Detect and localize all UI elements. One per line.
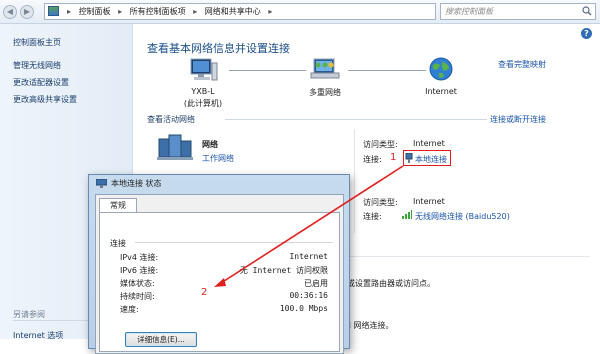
globe-icon: [429, 57, 453, 81]
divider: [354, 129, 355, 233]
dialog-body: 常规 连接 IPv4 连接: Internet IPv6 连接: 无 Inter…: [95, 194, 344, 354]
ipv6-label: IPv6 连接:: [120, 266, 159, 275]
annotation-marker-1: 1: [390, 152, 397, 163]
chevron-right-icon: ▸: [268, 7, 273, 16]
ethernet-icon: [405, 153, 413, 163]
ipv4-value: Internet: [289, 252, 328, 261]
middle-name: 多重网络: [309, 88, 341, 97]
group-title: 连接: [110, 239, 126, 248]
work-network-icon: [157, 134, 193, 160]
speed-value: 100.0 Mbps: [279, 304, 328, 313]
help-icon[interactable]: ?: [581, 28, 592, 39]
chevron-right-icon: ▸: [118, 7, 123, 16]
map-link-line: [229, 70, 306, 71]
tab-panel: 连接 IPv4 连接: Internet IPv6 连接: 无 Internet…: [99, 212, 340, 352]
access-type-label: 访问类型:: [363, 198, 398, 207]
network-category-link[interactable]: 工作网络: [202, 153, 234, 164]
control-panel-icon: [48, 6, 59, 16]
sidebar-item-internet-options[interactable]: Internet 选项: [13, 330, 63, 341]
dialog-title: 本地连接 状态: [111, 179, 162, 188]
access-type-label: 访问类型:: [363, 140, 398, 149]
duration-value: 00:36:16: [289, 291, 328, 300]
sidebar-item-sharing[interactable]: 更改高级共享设置: [13, 94, 77, 105]
full-map-link[interactable]: 查看完整映射: [498, 59, 546, 70]
connection-label: 连接:: [363, 212, 382, 221]
search-icon[interactable]: [582, 6, 592, 16]
back-arrow-icon[interactable]: ◀: [3, 5, 17, 19]
partial-text: N 网络连接。: [345, 321, 394, 330]
breadcrumb[interactable]: ▸ 控制面板 ▸ 所有控制面板项 ▸ 网络和共享中心 ▸ ▾ ⟳: [44, 3, 478, 20]
search-input[interactable]: 搜索控制面板: [440, 3, 596, 20]
sidebar-item-home[interactable]: 控制面板主页: [13, 37, 61, 48]
breadcrumb-item[interactable]: 控制面板: [79, 7, 111, 16]
connection-label: 连接:: [363, 155, 382, 164]
computer-sub: (此计算机): [183, 99, 223, 108]
map-link-line: [348, 70, 426, 71]
see-also-title: 另请参阅: [13, 310, 45, 319]
multiple-networks-icon: [310, 58, 340, 79]
page-title: 查看基本网络信息并设置连接: [147, 42, 290, 55]
ipv6-value: 无 Internet 访问权限: [239, 266, 328, 275]
wireless-signal-icon: [402, 210, 412, 219]
wireless-connection-link[interactable]: 无线网络连接 (Baidu520): [415, 211, 510, 222]
divider: [225, 119, 487, 120]
search-placeholder: 搜索控制面板: [445, 7, 493, 16]
tab-general[interactable]: 常规: [99, 198, 137, 213]
media-state-label: 媒体状态:: [120, 279, 155, 288]
address-bar: ◀ ▶ ▸ 控制面板 ▸ 所有控制面板项 ▸ 网络和共享中心 ▸ ▾ ⟳ 搜索控…: [0, 0, 600, 24]
nav-buttons: ◀ ▶: [3, 4, 41, 20]
local-connection-link[interactable]: 本地连接: [415, 154, 447, 165]
annotation-marker-2: 2: [201, 287, 208, 298]
network-adapter-icon: [96, 179, 107, 188]
computer-icon: [190, 58, 218, 81]
chevron-right-icon: ▸: [193, 7, 198, 16]
speed-label: 速度:: [120, 305, 139, 314]
computer-name: YXB-L: [191, 87, 215, 96]
details-button[interactable]: 详细信息(E)...: [125, 332, 197, 347]
ipv4-label: IPv4 连接:: [120, 253, 159, 262]
access-type-value: Internet: [413, 197, 445, 206]
sidebar-item-adapter[interactable]: 更改适配器设置: [13, 77, 69, 88]
active-networks-title: 查看活动网络: [147, 115, 195, 124]
duration-label: 持续时间:: [120, 292, 155, 301]
local-connection-status-dialog: 本地连接 状态 常规 连接 IPv4 连接: Internet IPv6 连接:…: [88, 174, 350, 354]
internet-name: Internet: [425, 87, 457, 96]
chevron-right-icon: ▸: [67, 7, 72, 16]
breadcrumb-item[interactable]: 所有控制面板项: [130, 7, 186, 16]
partial-text: 或设置路由器或访问点。: [347, 279, 435, 288]
connect-disconnect-link[interactable]: 连接或断开连接: [490, 114, 546, 125]
sidebar-item-wireless[interactable]: 管理无线网络: [13, 60, 61, 71]
divider: [135, 242, 333, 243]
media-state-value: 已启用: [304, 279, 328, 288]
network-sharing-center-window: ◀ ▶ ▸ 控制面板 ▸ 所有控制面板项 ▸ 网络和共享中心 ▸ ▾ ⟳ 搜索控…: [0, 0, 600, 354]
forward-arrow-icon[interactable]: ▶: [20, 5, 34, 19]
breadcrumb-items: ▸ 控制面板 ▸ 所有控制面板项 ▸ 网络和共享中心 ▸: [67, 4, 277, 19]
access-type-value: Internet: [413, 139, 445, 148]
breadcrumb-item[interactable]: 网络和共享中心: [205, 7, 261, 16]
network-name: 网络: [202, 140, 218, 149]
